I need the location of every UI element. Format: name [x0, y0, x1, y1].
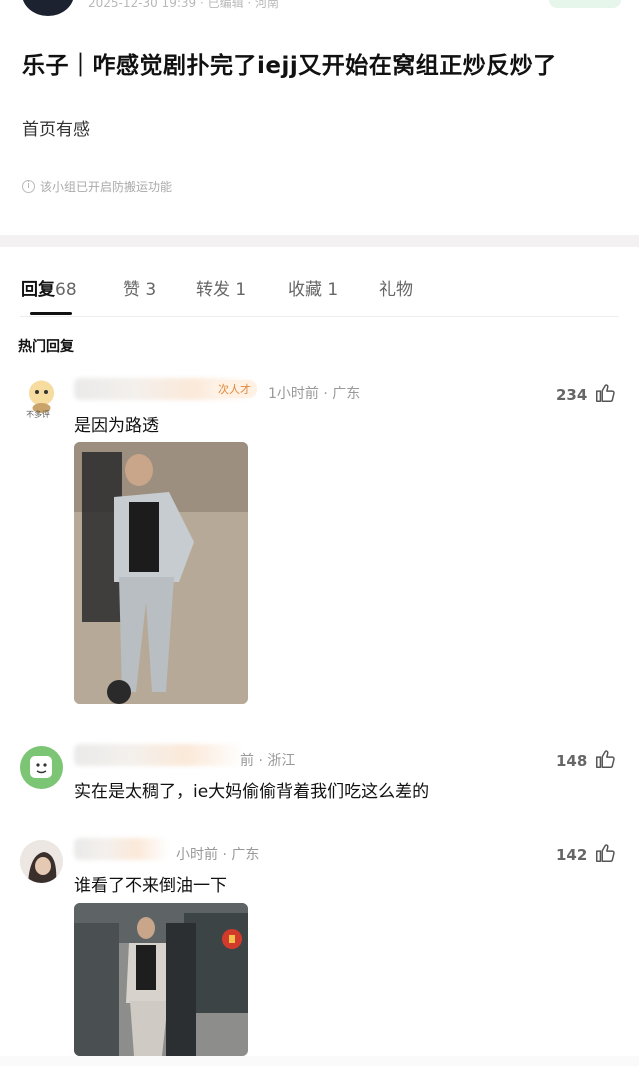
bottom-edge	[0, 1056, 639, 1066]
comment-photo[interactable]	[74, 903, 248, 1056]
like-count: 142	[556, 846, 588, 864]
info-icon: i	[22, 180, 35, 193]
post-meta: 2025-12-30 19:39 · 已编辑 · 河南	[88, 0, 280, 10]
portrait-avatar-icon	[20, 840, 63, 883]
like-count: 148	[556, 752, 588, 770]
tab-likes-count: 3	[145, 280, 157, 300]
avatar-caption: 不多评	[26, 410, 50, 419]
tab-replies-count: 68	[55, 280, 77, 300]
comment-photo[interactable]	[74, 442, 248, 704]
post-body: 首页有感	[22, 120, 90, 140]
commenter-avatar[interactable]: 不多评	[20, 378, 63, 421]
anti-repost-notice: i 该小组已开启防搬运功能	[22, 178, 172, 195]
tab-reposts-label: 转发	[196, 280, 230, 300]
tab-reposts[interactable]: 转发 1	[196, 275, 246, 300]
tab-favorites[interactable]: 收藏 1	[288, 275, 338, 300]
comment-text: 是因为路透	[74, 416, 159, 436]
tab-replies-label: 回复	[21, 280, 55, 300]
comment-text: 谁看了不来倒油一下	[74, 876, 227, 896]
author-avatar[interactable]	[22, 0, 74, 16]
street-photo-image	[74, 903, 248, 1056]
hot-replies-title: 热门回复	[18, 339, 74, 355]
comment-meta: 前 · 浙江	[240, 753, 296, 769]
reaction-tabs: 回复68 赞 3 转发 1 收藏 1 礼物	[0, 275, 639, 317]
tab-likes-label: 赞	[123, 280, 140, 300]
post-title: 乐子｜咋感觉剧扑完了iejj又开始在窝组正炒反炒了	[22, 53, 557, 79]
tab-gifts[interactable]: 礼物	[379, 275, 413, 300]
comment-meta: 1小时前 · 广东	[268, 386, 361, 402]
tab-reposts-count: 1	[235, 280, 247, 300]
notice-text: 该小组已开启防搬运功能	[40, 180, 173, 194]
character-avatar-icon	[30, 756, 52, 778]
tab-gifts-label: 礼物	[379, 280, 413, 300]
tab-likes[interactable]: 赞 3	[123, 275, 156, 300]
comment-meta: 小时前 · 广东	[176, 847, 260, 863]
commenter-avatar[interactable]	[20, 746, 63, 789]
user-title-badge: 次人才	[212, 380, 257, 398]
comment-text: 实在是太稠了，ie大妈偷偷背着我们吃这么差的	[74, 782, 430, 802]
author-bar: 2025-12-30 19:39 · 已编辑 · 河南	[0, 0, 639, 16]
tab-replies[interactable]: 回复68	[21, 275, 77, 300]
tabs-divider	[20, 316, 619, 317]
street-photo-image	[74, 442, 248, 704]
like-count: 234	[556, 386, 588, 404]
follow-button[interactable]	[549, 0, 621, 8]
username-blurred[interactable]	[74, 744, 244, 766]
thumbs-up-icon[interactable]	[594, 382, 616, 404]
thumbs-up-icon[interactable]	[594, 842, 616, 864]
active-tab-indicator	[30, 312, 72, 315]
tab-favorites-label: 收藏	[288, 280, 322, 300]
username-blurred[interactable]	[74, 838, 169, 860]
section-divider	[0, 235, 639, 247]
commenter-avatar[interactable]	[20, 840, 63, 883]
thumbs-up-icon[interactable]	[594, 748, 616, 770]
tab-favorites-count: 1	[327, 280, 339, 300]
